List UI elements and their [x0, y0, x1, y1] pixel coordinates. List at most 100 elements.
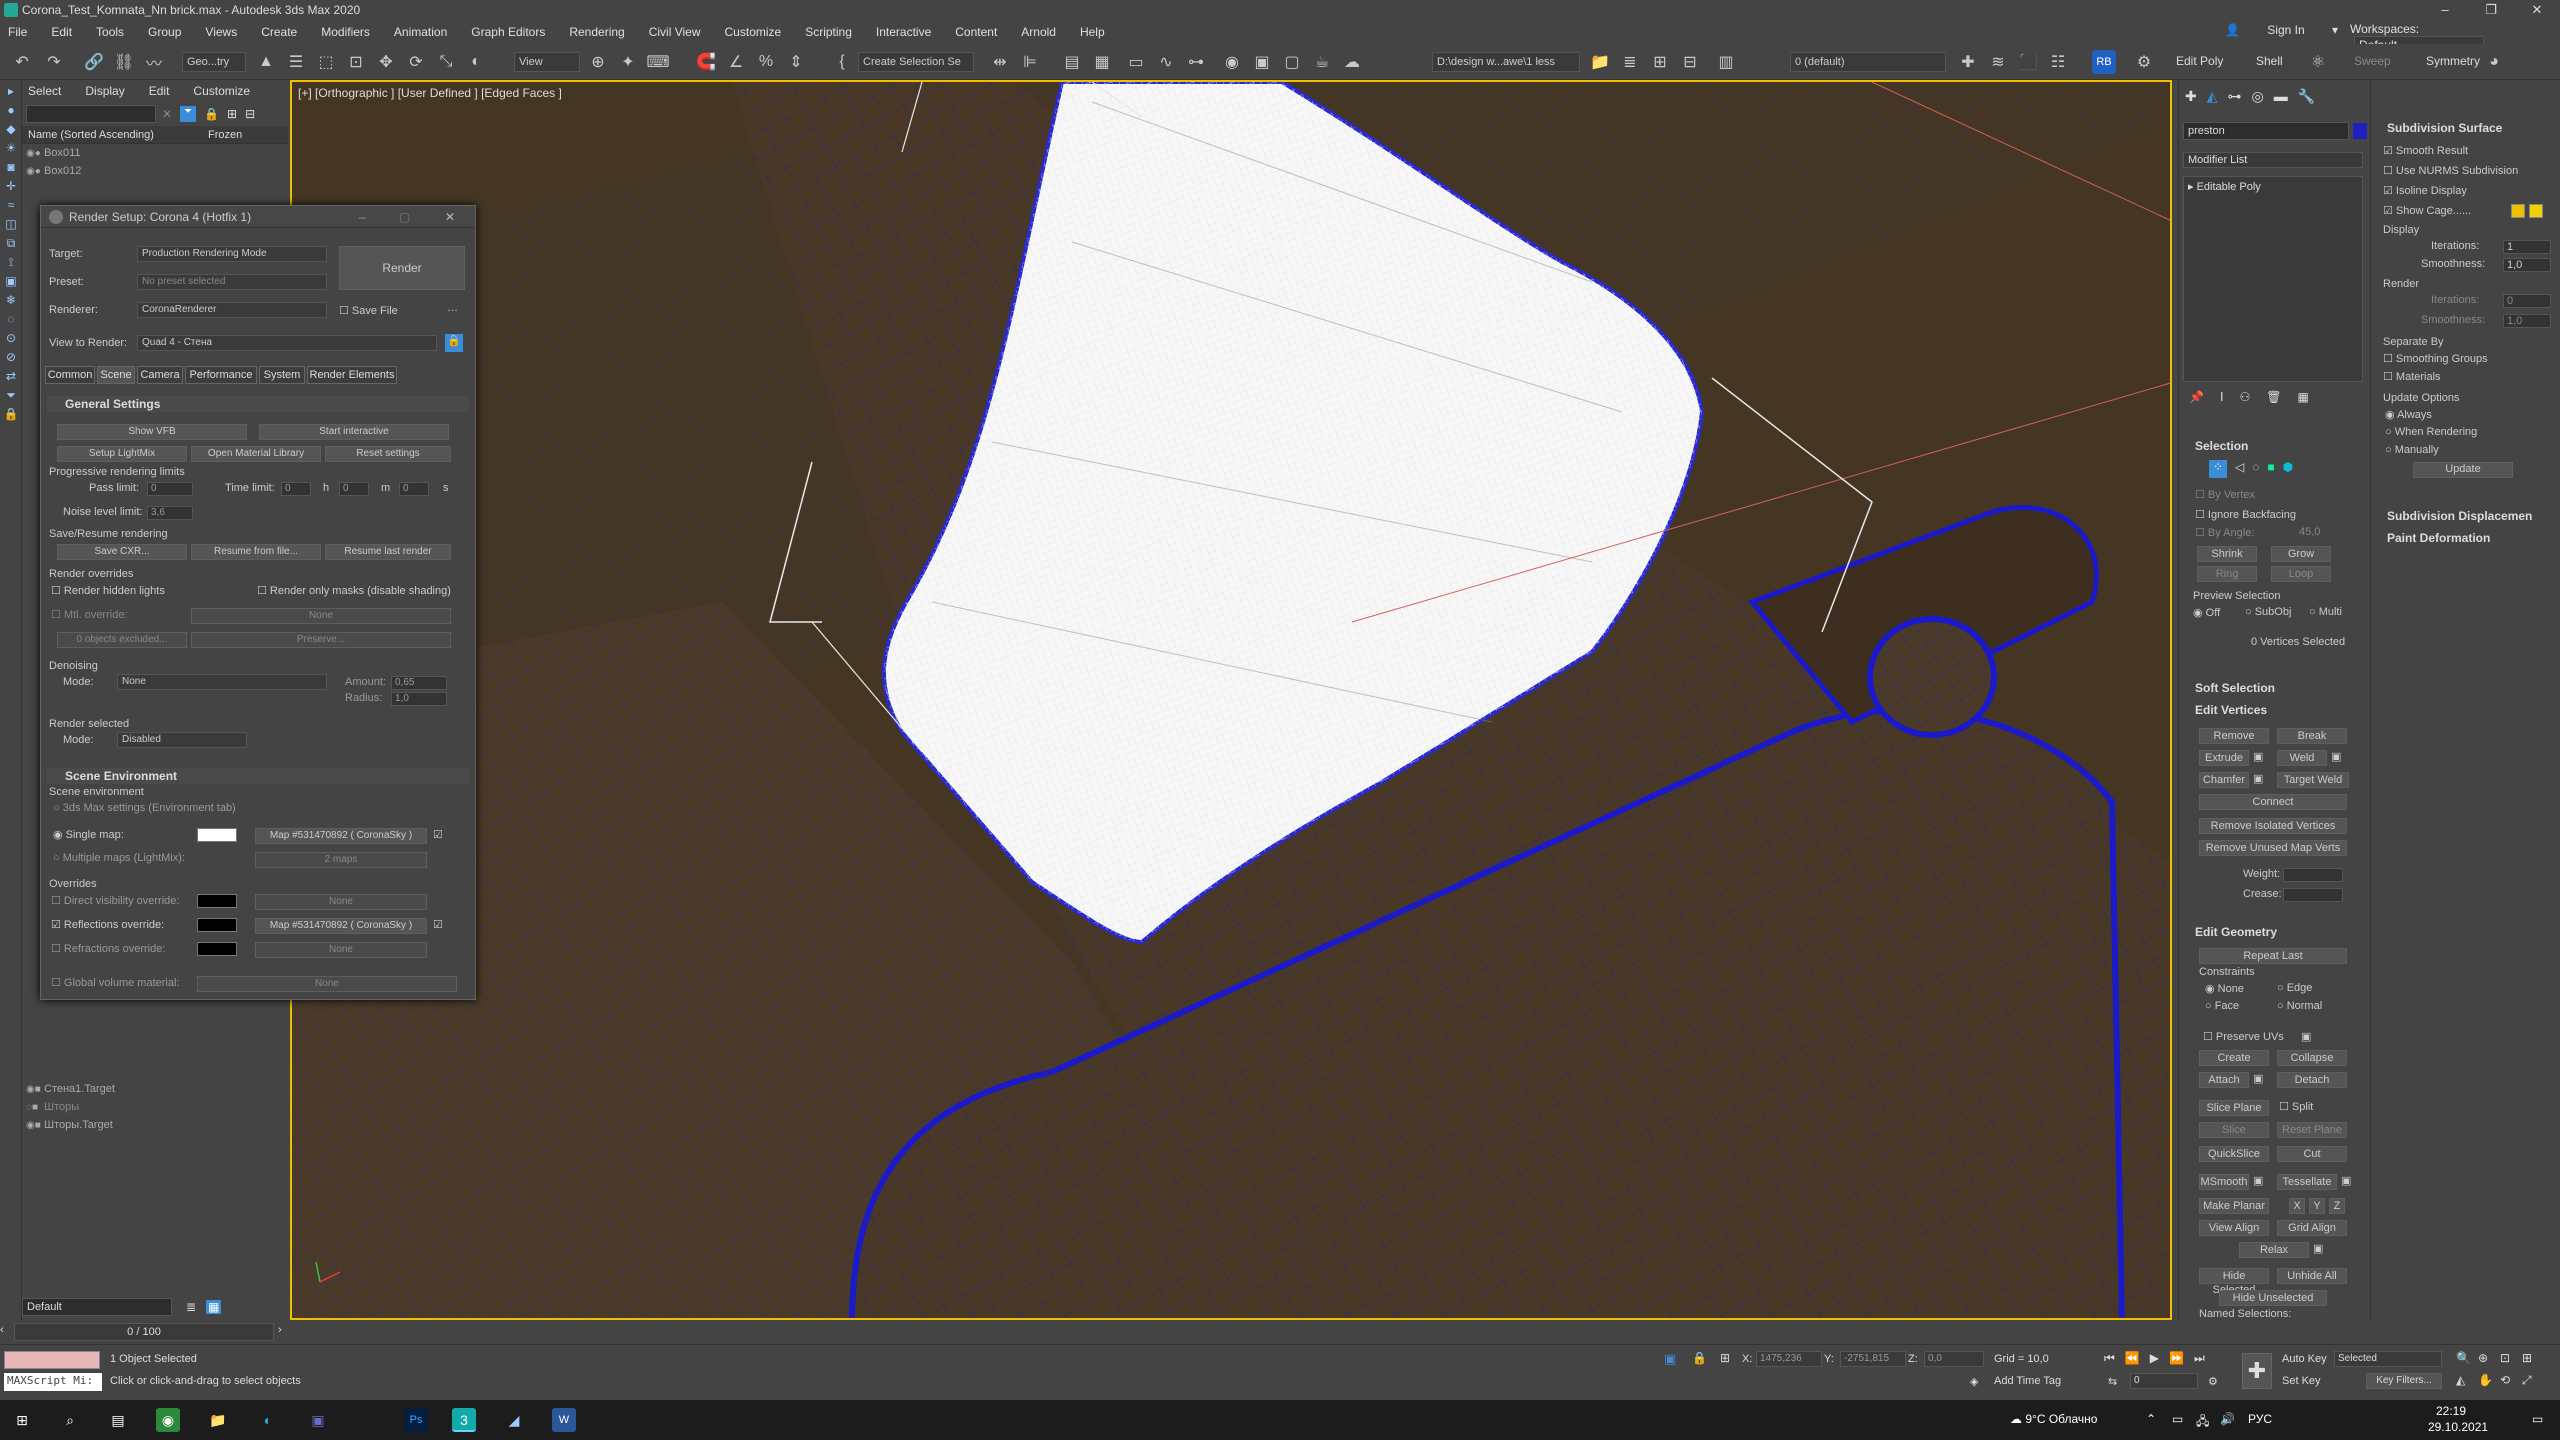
- display-spacewarps-icon[interactable]: ≈: [3, 197, 19, 213]
- tab-scene[interactable]: Scene: [97, 366, 135, 384]
- preview-off-radio[interactable]: ◉ Off: [2193, 606, 2220, 619]
- sweep-icon[interactable]: ⚛: [2306, 50, 2330, 74]
- selection-lock-icon[interactable]: 🔒: [1692, 1351, 1707, 1365]
- unhide-all-button[interactable]: Unhide All: [2277, 1268, 2347, 1284]
- go-to-start-icon[interactable]: ⏮: [2104, 1351, 2115, 1366]
- reflections-override-slot[interactable]: Map #531470892 ( CoronaSky ): [255, 918, 427, 934]
- menu-content[interactable]: Content: [955, 25, 997, 39]
- reflections-override-checkbox[interactable]: ☑ Reflections override:: [51, 918, 164, 931]
- menu-animation[interactable]: Animation: [394, 25, 447, 39]
- header-name[interactable]: Name (Sorted Ascending): [28, 129, 208, 141]
- global-volume-checkbox[interactable]: ☐ Global volume material:: [51, 976, 179, 989]
- time-tag-icon[interactable]: ◈: [1970, 1375, 1978, 1388]
- stack-layers-icon[interactable]: ≋: [1986, 50, 2010, 74]
- view-to-render-dropdown[interactable]: Quad 4 - Стена: [137, 335, 437, 351]
- reflections-override-swatch[interactable]: [197, 918, 237, 932]
- utilities-tab-icon[interactable]: 🔧: [2298, 88, 2315, 105]
- select-by-name-icon[interactable]: ☰: [284, 50, 308, 74]
- renderer-dropdown[interactable]: CoronaRenderer: [137, 302, 327, 318]
- single-map-enable-checkbox[interactable]: ☑: [433, 828, 443, 841]
- weather-widget[interactable]: ☁ 9°C Облачно: [2010, 1412, 2097, 1426]
- 3dsmax-icon[interactable]: 3: [452, 1408, 476, 1432]
- dialog-minimize-icon[interactable]: –: [359, 210, 366, 224]
- by-angle-checkbox[interactable]: ☐ By Angle:: [2195, 526, 2254, 539]
- scene-tab-edit[interactable]: Edit: [149, 84, 170, 98]
- display-all-icon[interactable]: ⊙: [3, 330, 19, 346]
- layers-toggle-icon[interactable]: ≣: [186, 1300, 196, 1314]
- polygon-level-icon[interactable]: ■: [2267, 460, 2274, 478]
- percent-snap-icon[interactable]: %: [754, 50, 778, 74]
- network-icon[interactable]: 🖧: [2196, 1412, 2209, 1433]
- header-frozen[interactable]: Frozen: [208, 129, 242, 141]
- menu-help[interactable]: Help: [1080, 25, 1105, 39]
- undo-icon[interactable]: ↶: [10, 50, 34, 74]
- time-config-icon[interactable]: ⚙: [2208, 1375, 2218, 1388]
- split-checkbox[interactable]: ☐ Split: [2279, 1100, 2313, 1113]
- task-view-icon[interactable]: ▤: [106, 1408, 130, 1432]
- cage-color-2-swatch[interactable]: [2529, 204, 2543, 218]
- next-key-icon[interactable]: ⏩: [2169, 1351, 2184, 1366]
- pin-stack-icon[interactable]: ✚: [1956, 50, 1980, 74]
- tessellate-settings-icon[interactable]: ▣: [2341, 1174, 2351, 1187]
- menu-interactive[interactable]: Interactive: [876, 25, 931, 39]
- detach-button[interactable]: Detach: [2277, 1072, 2347, 1088]
- display-bones-icon[interactable]: ⟟: [3, 254, 19, 270]
- tab-system[interactable]: System: [259, 366, 305, 384]
- multiple-maps-radio[interactable]: ○ Multiple maps (LightMix):: [53, 852, 185, 864]
- isolate-selection-icon[interactable]: ▣: [1664, 1351, 1676, 1367]
- render-setup-titlebar[interactable]: Render Setup: Corona 4 (Hotfix 1) – ▢ ✕: [41, 206, 475, 228]
- render-setup-icon[interactable]: ▣: [1250, 50, 1274, 74]
- pan-icon[interactable]: ✋: [2478, 1373, 2500, 1388]
- shrink-button[interactable]: Shrink: [2197, 546, 2257, 562]
- set-key-big-icon[interactable]: ✚: [2242, 1353, 2272, 1389]
- smoothness-spinner[interactable]: 1,0: [2503, 258, 2551, 272]
- chamfer-settings-icon[interactable]: ▣: [2253, 772, 2263, 785]
- refractions-override-swatch[interactable]: [197, 942, 237, 956]
- show-vfb-button[interactable]: Show VFB: [57, 424, 247, 440]
- save-file-checkbox[interactable]: ☐ Save File: [339, 304, 398, 317]
- subdivision-displacement-rollout[interactable]: Subdivision Displacemen: [2375, 508, 2551, 524]
- link-icon[interactable]: 🔗: [82, 50, 106, 74]
- view-align-button[interactable]: View Align: [2199, 1220, 2269, 1236]
- constraint-face-radio[interactable]: ○ Face: [2205, 1000, 2239, 1012]
- single-map-slot[interactable]: Map #531470892 ( CoronaSky ): [255, 828, 427, 844]
- layer-manager-icon[interactable]: ≣: [1618, 50, 1642, 74]
- add-to-layer-icon[interactable]: ⊟: [1678, 50, 1702, 74]
- remove-button[interactable]: Remove: [2199, 728, 2269, 744]
- general-settings-rollout[interactable]: General Settings: [47, 396, 469, 412]
- orbit-icon[interactable]: ⟲: [2500, 1373, 2522, 1388]
- hierarchy-tab-icon[interactable]: ⊶: [2228, 88, 2242, 105]
- constraint-none-radio[interactable]: ◉ None: [2205, 982, 2244, 995]
- auto-key-button[interactable]: Auto Key: [2282, 1353, 2327, 1365]
- tessellate-button[interactable]: Tessellate: [2277, 1174, 2337, 1190]
- pivot-center-icon[interactable]: ⊕: [586, 50, 610, 74]
- quickslice-button[interactable]: QuickSlice: [2199, 1146, 2269, 1162]
- y-coordinate-field[interactable]: -2751,815: [1840, 1351, 1906, 1367]
- align-icon[interactable]: ⊫: [1018, 50, 1042, 74]
- eye-icon[interactable]: ◉●: [26, 166, 44, 177]
- prev-frame-icon[interactable]: ‹: [0, 1324, 4, 1336]
- paint-deformation-rollout[interactable]: Paint Deformation: [2375, 530, 2551, 546]
- modifier-list-dropdown[interactable]: Modifier List: [2183, 152, 2363, 168]
- scene-explorer-icon[interactable]: ▤: [1060, 50, 1084, 74]
- create-layer-icon[interactable]: ⊞: [1648, 50, 1672, 74]
- set-key-button[interactable]: Set Key: [2282, 1375, 2321, 1387]
- menu-create[interactable]: Create: [261, 25, 297, 39]
- zoom-all-icon[interactable]: ⊕: [2478, 1351, 2500, 1365]
- place-icon[interactable]: ◐: [464, 50, 488, 74]
- crease-spinner[interactable]: [2283, 888, 2343, 902]
- subdivision-surface-rollout[interactable]: Subdivision Surface: [2375, 120, 2551, 136]
- sort-icon[interactable]: ⊟: [245, 107, 255, 121]
- ignore-backfacing-checkbox[interactable]: ☐ Ignore Backfacing: [2195, 508, 2296, 521]
- named-selection-dropdown[interactable]: Create Selection Se: [858, 52, 974, 72]
- scene-tab-select[interactable]: Select: [28, 84, 61, 98]
- select-object-icon[interactable]: ▲: [254, 50, 278, 74]
- always-radio[interactable]: ◉ Always: [2385, 408, 2432, 421]
- ribbon-sweep[interactable]: Sweep: [2354, 54, 2391, 68]
- hide-selected-button[interactable]: Hide Selected: [2199, 1268, 2269, 1296]
- toggle-ribbon-icon[interactable]: ▭: [1124, 50, 1148, 74]
- reset-plane-button[interactable]: Reset Plane: [2277, 1122, 2347, 1138]
- scene-row[interactable]: ◉■ Шторы.Target: [22, 1116, 288, 1134]
- slice-plane-button[interactable]: Slice Plane: [2199, 1100, 2269, 1116]
- scene-row[interactable]: ◉● Box012: [22, 162, 288, 180]
